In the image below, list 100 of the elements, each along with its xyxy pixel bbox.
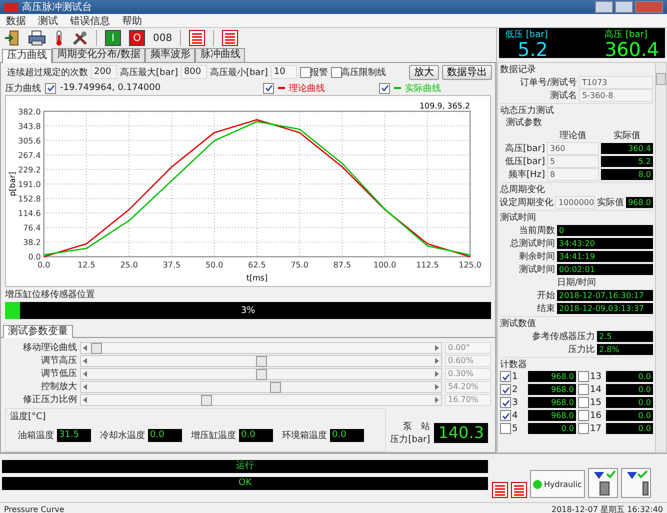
field-label: 压力比 [568,344,595,356]
menu-item[interactable]: 数据 [6,14,26,28]
slider-label: 控制放大 [40,380,77,393]
minimize-button[interactable] [595,1,613,13]
input-field[interactable]: 200 [91,65,117,79]
value-display: 00:02:01 [557,264,653,275]
field-label: 高压[bar] [505,142,545,155]
right-arrow-icon[interactable] [434,344,439,350]
input-field[interactable]: 10 [270,65,297,79]
scrollbar[interactable] [655,63,666,452]
slider-track[interactable] [80,380,442,392]
input-field[interactable]: 8 [547,168,599,181]
tab[interactable]: 频率波形 [145,48,196,62]
progress-label: 增压缸位移传感器位置 [4,288,96,300]
slider-track[interactable] [80,368,442,380]
left-arrow-icon[interactable] [83,384,88,390]
slider-thumb[interactable] [200,394,212,406]
start-button[interactable]: I [105,30,121,46]
tab[interactable]: 周期变化分布/数据 [52,48,146,62]
counter-value: 968.0 [528,371,576,382]
counter-value: 0.0 [606,371,653,382]
reading-label: 环境箱温度 [282,430,327,442]
input-field[interactable]: T1073 [579,76,653,89]
checkbox[interactable] [263,82,274,94]
slider-thumb[interactable] [256,356,267,366]
left-arrow-icon[interactable] [83,358,88,364]
checkbox[interactable] [578,410,589,421]
left-arrow-icon[interactable] [83,370,88,376]
checkbox[interactable] [300,66,311,78]
tools-icon[interactable] [72,30,88,46]
checkbox[interactable] [45,82,56,94]
checkbox[interactable] [578,423,589,434]
printer-icon[interactable] [28,30,46,46]
checkbox[interactable] [500,371,511,382]
menu-item[interactable]: 测试 [38,14,58,28]
checkbox[interactable] [500,397,511,408]
slider-thumb[interactable] [256,368,267,380]
right-arrow-icon[interactable] [434,396,439,402]
checkbox[interactable] [578,397,589,408]
gauge-label: 高压 [bar] [604,28,648,41]
tick-label: 37.5 [162,260,181,270]
slider-thumb[interactable] [270,382,281,392]
tick-label: 100.0 [373,260,396,270]
slider-value: 0.00° [445,342,491,354]
left-arrow-icon[interactable] [83,396,88,402]
tick-label: 0.0 [28,252,41,262]
checkbox[interactable] [578,384,589,395]
slider-track[interactable] [80,354,442,366]
right-arrow-icon[interactable] [434,370,439,376]
tick-label: 382.0 [18,107,41,116]
tick-label: 50.0 [205,260,224,270]
input-field[interactable]: 1000000 [555,196,596,209]
toolbar-button[interactable]: 放大 [409,64,439,80]
checkbox[interactable] [500,423,511,434]
counter-label: 16 [590,410,602,420]
maximize-button[interactable] [615,1,633,13]
list-icon[interactable] [511,482,527,498]
counter-value: 968.0 [528,410,576,421]
right-arrow-icon[interactable] [434,384,439,390]
input-field[interactable]: 5 [547,155,599,168]
toolbar-button[interactable]: 数据导出 [442,64,492,80]
list-icon[interactable] [492,482,508,498]
slider-label: 调节高压 [40,354,77,367]
group-title: 测试时间 [500,212,537,224]
menu-item[interactable]: 帮助 [122,14,142,28]
checkbox[interactable] [578,371,589,382]
stop-button[interactable]: O [129,30,145,46]
slider-track[interactable] [80,342,442,354]
checkbox[interactable] [500,384,511,395]
tick-label: 76.4 [23,224,41,233]
slider-track[interactable] [80,394,442,406]
checkbox[interactable] [330,66,342,78]
left-arrow-icon[interactable] [83,344,88,350]
reading-label: 增压缸温度 [191,430,236,442]
column-header: 实际值 [612,130,642,142]
list-icon[interactable] [189,30,206,46]
right-arrow-icon[interactable] [434,358,439,364]
menu-item[interactable]: 错误信息 [70,14,110,28]
axis-title: t[ms] [246,274,268,283]
input-field[interactable]: 5-360-8 [579,89,653,102]
tab[interactable]: 测试参数变量 [3,325,73,338]
group-title: 数据记录 [500,64,537,76]
thermometer-icon[interactable] [54,30,64,46]
input-field[interactable]: 800 [180,65,207,79]
cursor-readout: 109.9, 365.2 [420,101,470,110]
input-field[interactable]: 360 [547,142,599,155]
cylinder-indicator-icon [620,468,651,498]
checkbox[interactable] [500,410,511,421]
tick-label: 114.6 [18,209,41,218]
value-display: 8.0 [601,169,653,180]
field-label: 连续超过规定的次数 [7,66,88,78]
tab[interactable]: 脉冲曲线 [195,48,246,62]
tab[interactable]: 压力曲线 [2,49,52,63]
reading-label: 冷却水温度 [100,430,145,442]
legend-label: 理论曲线 [289,82,325,94]
cursor-coordinates: -19.749964, 0.174000 [60,83,161,93]
checkbox[interactable] [379,82,390,94]
slider-thumb[interactable] [90,342,102,354]
list-icon[interactable] [222,30,238,46]
exit-door-icon[interactable] [4,30,20,46]
